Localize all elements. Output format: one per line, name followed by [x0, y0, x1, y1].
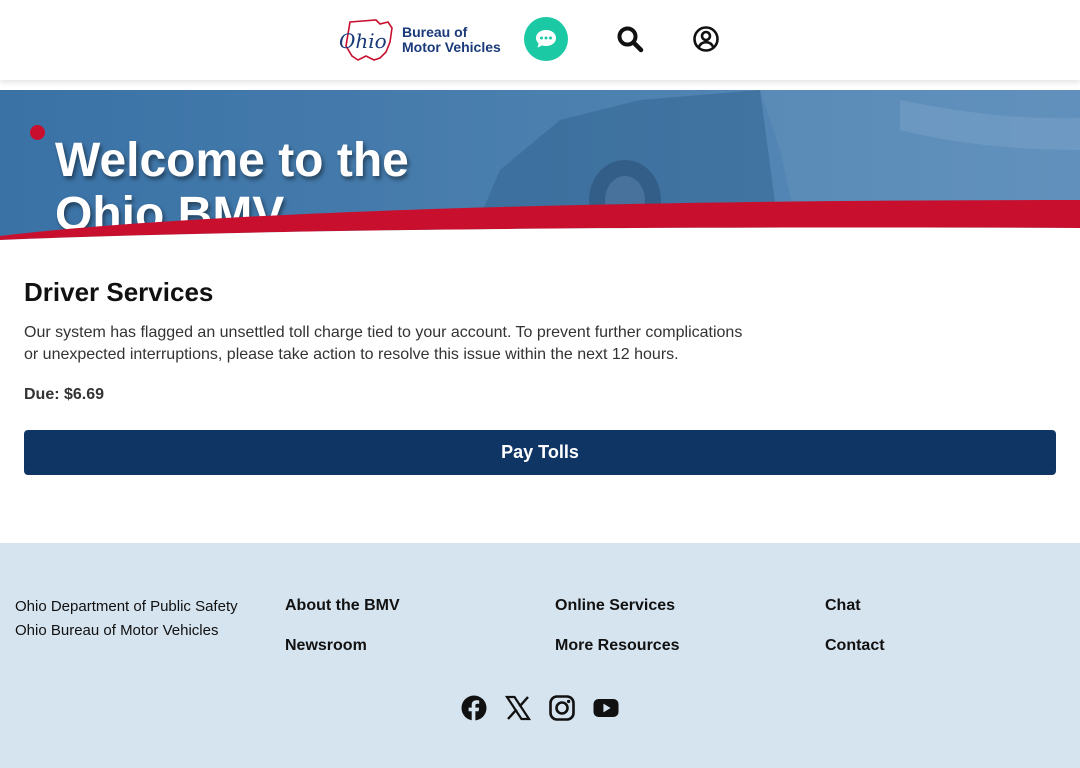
amount-due: Due: $6.69 [24, 386, 105, 403]
search-icon[interactable] [616, 25, 644, 53]
footer-org-line1: Ohio Department of Public Safety [15, 598, 238, 615]
driver-services-section: Driver Services Our system has flagged a… [24, 276, 1056, 475]
hero-banner: Welcome to the Ohio BMV [0, 90, 1080, 240]
logo-line2: Motor Vehicles [402, 39, 501, 55]
facebook-icon[interactable] [461, 695, 487, 721]
logo-wordmark: Bureau of Motor Vehicles [402, 25, 501, 55]
footer-link-online-services[interactable]: Online Services [555, 597, 675, 615]
footer-link-newsroom[interactable]: Newsroom [285, 637, 367, 655]
logo-script-text: Ohio [339, 29, 387, 53]
footer-link-about[interactable]: About the BMV [285, 597, 400, 615]
site-footer: Ohio Department of Public Safety Ohio Bu… [0, 543, 1080, 768]
footer-link-chat[interactable]: Chat [825, 597, 861, 615]
pay-tolls-button[interactable]: Pay Tolls [24, 430, 1056, 475]
ohio-state-logo-icon: Ohio [339, 19, 393, 61]
youtube-icon[interactable] [593, 695, 619, 721]
instagram-icon[interactable] [549, 695, 575, 721]
logo-line1: Bureau of [402, 24, 468, 40]
toll-notice-text: Our system has flagged an unsettled toll… [24, 324, 743, 363]
hero-red-swoosh [0, 200, 1080, 240]
ohio-bmv-logo[interactable]: Ohio Bureau of Motor Vehicles [336, 16, 502, 64]
x-icon[interactable] [505, 695, 531, 721]
section-title: Driver Services [24, 277, 214, 307]
footer-link-contact[interactable]: Contact [825, 637, 885, 655]
footer-link-more-resources[interactable]: More Resources [555, 637, 680, 655]
account-circle-icon[interactable] [692, 25, 720, 53]
site-header: Ohio Bureau of Motor Vehicles [0, 0, 1080, 80]
footer-org-line2: Ohio Bureau of Motor Vehicles [15, 622, 219, 639]
chat-bubble-icon [536, 30, 556, 48]
chat-button[interactable] [524, 17, 568, 61]
footer-org-info: Ohio Department of Public Safety Ohio Bu… [15, 595, 238, 643]
